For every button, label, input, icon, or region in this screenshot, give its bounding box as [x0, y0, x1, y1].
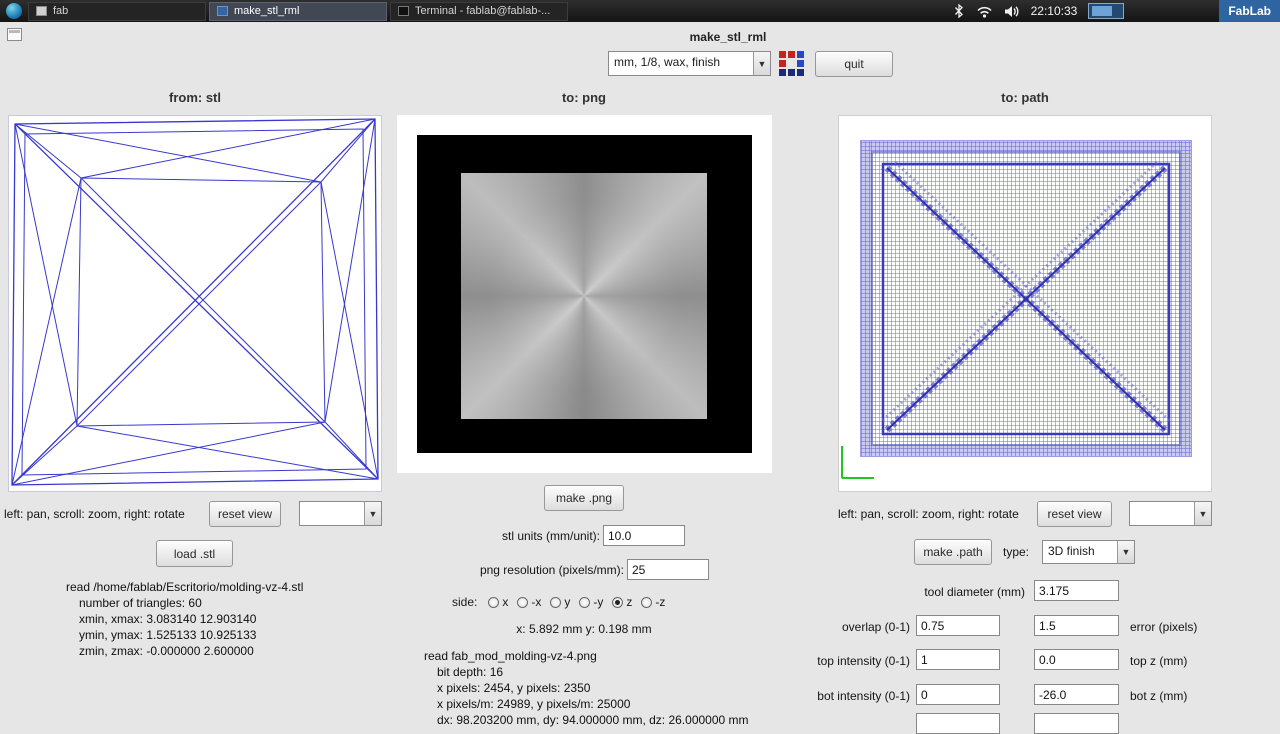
- preset-value: mm, 1/8, wax, finish: [614, 55, 721, 69]
- top-intensity-label: top intensity (0-1): [817, 654, 910, 668]
- tool-diameter-input[interactable]: [1034, 580, 1119, 601]
- type-label: type:: [1003, 545, 1030, 559]
- taskbar-window-label: make_stl_rml: [234, 5, 300, 17]
- side-radio-z[interactable]: z: [612, 595, 632, 609]
- taskbar-window-fab[interactable]: fab: [28, 1, 206, 21]
- make-png-button[interactable]: make .png: [544, 485, 624, 511]
- path-view-hint: left: pan, scroll: zoom, right: rotate: [838, 507, 1019, 521]
- bluetooth-icon[interactable]: [953, 4, 965, 18]
- stl-units-label: stl units (mm/unit):: [501, 529, 600, 543]
- error-input[interactable]: [1034, 615, 1119, 636]
- overlap-label: overlap (0-1): [841, 620, 910, 634]
- stl-info-text: read /home/fablab/Escritorio/molding-vz-…: [66, 580, 304, 658]
- png-info-text: read fab_mod_molding-vz-4.png bit depth:…: [424, 649, 749, 727]
- path-view-dropdown[interactable]: ▼: [1129, 501, 1212, 526]
- radio-icon: [612, 596, 624, 608]
- partial-row-input-2[interactable]: [1034, 713, 1119, 734]
- window-icon: [36, 6, 47, 16]
- chevron-down-icon: ▼: [364, 502, 381, 525]
- radio-icon: [550, 596, 562, 608]
- taskbar-window-label: Terminal - fablab@fablab-...: [415, 5, 551, 17]
- quit-button[interactable]: quit: [815, 51, 893, 77]
- chevron-down-icon: ▼: [1194, 502, 1211, 525]
- stl-view-dropdown[interactable]: ▼: [299, 501, 382, 526]
- path-type-value: 3D finish: [1048, 544, 1095, 558]
- app-window-icon: [217, 6, 228, 16]
- window-title: make_stl_rml: [689, 30, 767, 44]
- side-radio-neg-y[interactable]: -y: [579, 595, 603, 609]
- radio-icon: [579, 596, 591, 608]
- png-resolution-label: png resolution (pixels/mm):: [479, 563, 624, 577]
- wifi-icon[interactable]: [976, 5, 993, 18]
- load-stl-button[interactable]: load .stl: [156, 540, 233, 567]
- taskbar-window-label: fab: [53, 5, 69, 17]
- overlap-input[interactable]: [916, 615, 1000, 636]
- toolpath-overlay: [841, 160, 1173, 479]
- path-panel-header: to: path: [1001, 90, 1049, 105]
- side-radio-y[interactable]: y: [550, 595, 570, 609]
- taskbar-window-make-stl-rml[interactable]: make_stl_rml: [209, 1, 387, 21]
- stl-units-input[interactable]: [603, 525, 685, 546]
- path-viewport[interactable]: [838, 115, 1212, 492]
- window-menu-icon[interactable]: [7, 28, 22, 41]
- png-background: [417, 135, 752, 453]
- system-tray: 22:10:33 FabLab: [953, 0, 1280, 22]
- clock[interactable]: 22:10:33: [1031, 4, 1078, 18]
- make-path-button[interactable]: make .path: [914, 539, 992, 565]
- top-intensity-input[interactable]: [916, 649, 1000, 670]
- radio-icon: [517, 596, 529, 608]
- png-preview: [397, 115, 772, 473]
- png-resolution-input[interactable]: [627, 559, 709, 580]
- side-radio-neg-z[interactable]: -z: [641, 595, 665, 609]
- active-workspace: [1092, 6, 1113, 16]
- path-view-dropdown-value: [1130, 502, 1194, 525]
- terminal-icon: [398, 6, 409, 16]
- workspace-pager[interactable]: [1088, 3, 1125, 19]
- side-selector: side: x -x y -y z -z: [452, 595, 665, 609]
- stl-panel-header: from: stl: [169, 90, 221, 105]
- radio-icon: [641, 596, 653, 608]
- error-label: error (pixels): [1130, 620, 1198, 634]
- fablab-badge: FabLab: [1219, 0, 1280, 22]
- partial-row-input-1[interactable]: [916, 713, 1000, 734]
- top-z-label: top z (mm): [1130, 654, 1188, 668]
- bot-z-label: bot z (mm): [1130, 689, 1188, 703]
- fab-modules-logo-icon: [779, 51, 806, 78]
- chevron-down-icon: ▼: [1117, 541, 1134, 563]
- bot-intensity-input[interactable]: [916, 684, 1000, 705]
- preset-dropdown[interactable]: mm, 1/8, wax, finish ▼: [608, 51, 771, 76]
- side-label: side:: [452, 595, 478, 609]
- top-z-input[interactable]: [1034, 649, 1119, 670]
- heightmap-image: [461, 173, 707, 419]
- radio-icon: [488, 596, 500, 608]
- path-reset-view-button[interactable]: reset view: [1037, 501, 1112, 527]
- applications-menu-icon[interactable]: [6, 3, 22, 19]
- path-type-dropdown[interactable]: 3D finish ▼: [1042, 540, 1135, 564]
- chevron-down-icon: ▼: [753, 52, 770, 75]
- volume-icon[interactable]: [1004, 5, 1020, 18]
- side-radio-neg-x[interactable]: -x: [517, 595, 541, 609]
- png-panel-header: to: png: [561, 90, 607, 105]
- stl-view-hint: left: pan, scroll: zoom, right: rotate: [4, 507, 185, 521]
- origin-axes-icon: [841, 446, 874, 479]
- tool-diameter-label: tool diameter (mm): [924, 585, 1025, 599]
- taskbar-window-terminal[interactable]: Terminal - fablab@fablab-...: [390, 1, 568, 21]
- bot-intensity-label: bot intensity (0-1): [817, 689, 910, 703]
- stl-view-dropdown-value: [300, 502, 364, 525]
- taskbar: fab make_stl_rml Terminal - fablab@fabla…: [0, 0, 1280, 22]
- bot-z-input[interactable]: [1034, 684, 1119, 705]
- cursor-position-readout: x: 5.892 mm y: 0.198 mm: [516, 622, 652, 636]
- stl-reset-view-button[interactable]: reset view: [209, 501, 281, 527]
- stl-viewport[interactable]: [8, 115, 382, 492]
- stl-wireframe: [11, 118, 379, 486]
- side-radio-x[interactable]: x: [488, 595, 508, 609]
